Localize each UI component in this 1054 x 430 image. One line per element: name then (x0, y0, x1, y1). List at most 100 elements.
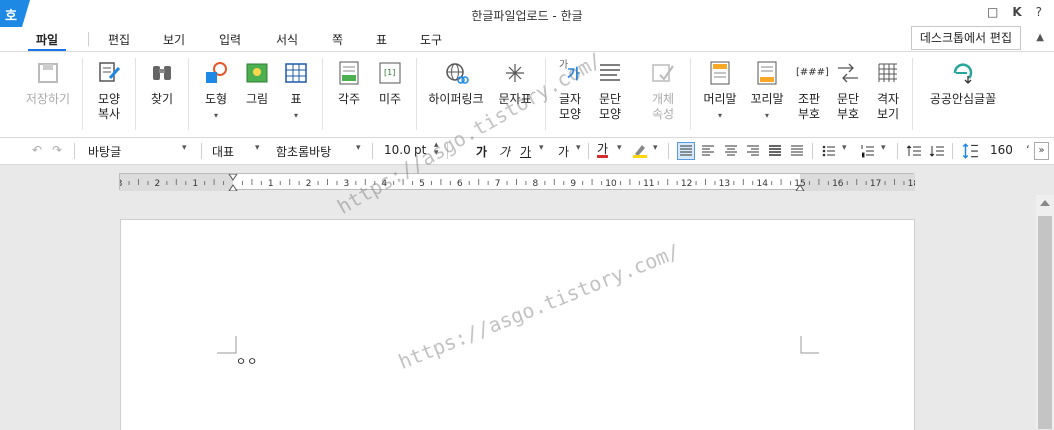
bullet-list-icon[interactable] (821, 143, 837, 159)
save-button[interactable]: 저장하기 (22, 60, 74, 107)
footnote-button[interactable]: 각주 (334, 60, 364, 107)
desktop-edit-button[interactable]: 데스크톱에서 편집 (910, 26, 1021, 50)
object-property-button[interactable]: 개체 속성 (649, 60, 677, 122)
format-toolbar: ↶ ↷ 바탕글 ▾ 대표 ▾ 함초롬바탕 ▾ 10.0 pt ▴ ▾ 가 가 가 … (0, 138, 1054, 165)
strike-button[interactable]: 가 (558, 143, 569, 160)
title-bar: 호 한글파일업로드 - 한글 □ K ? (0, 0, 1054, 27)
ruler-label: 7 (495, 179, 501, 189)
menu-format[interactable]: 서식 (276, 31, 298, 48)
align-divide-icon[interactable] (789, 143, 805, 159)
table-button[interactable]: 표 ▾ (283, 60, 309, 123)
font-color-dropdown-icon[interactable]: ▾ (617, 143, 622, 153)
format-divider (201, 143, 202, 159)
ruler-label: 9 (570, 179, 576, 189)
language-select[interactable]: 대표 (212, 143, 234, 160)
numbered-list-icon[interactable] (860, 143, 876, 159)
account-icon[interactable]: K (1012, 5, 1021, 19)
menu-edit[interactable]: 편집 (108, 31, 130, 48)
para-mark-label-1: 문단 (836, 92, 860, 106)
document-text[interactable]: ㅇㅇ (236, 353, 258, 369)
shape-label: 도형 (204, 92, 228, 106)
ruler-label: 2 (306, 179, 312, 189)
footer-dropdown-icon[interactable]: ▾ (765, 111, 769, 120)
header-dropdown-icon[interactable]: ▾ (718, 111, 722, 120)
font-select[interactable]: 함초롬바탕 (276, 143, 331, 160)
help-icon[interactable]: ? (1036, 5, 1042, 19)
italic-button[interactable]: 가 (499, 143, 510, 160)
picture-icon (246, 63, 268, 83)
language-dropdown-icon[interactable]: ▾ (255, 143, 260, 153)
save-icon (38, 63, 58, 83)
shape-dropdown-icon[interactable]: ▾ (214, 111, 218, 120)
underline-button[interactable]: 가 (520, 143, 531, 160)
find-button[interactable]: 찾기 (146, 60, 178, 107)
menu-tools[interactable]: 도구 (420, 31, 442, 48)
underline-dropdown-icon[interactable]: ▾ (539, 143, 544, 153)
highlight-pen-icon[interactable] (632, 142, 648, 158)
style-select[interactable]: 바탕글 (88, 143, 121, 160)
highlight-dropdown-icon[interactable]: ▾ (653, 143, 658, 153)
ruler-label: 18 (908, 179, 915, 189)
vertical-scrollbar[interactable] (1036, 195, 1054, 429)
menu-file[interactable]: 파일 (36, 31, 58, 48)
ruler-label: 6 (457, 179, 463, 189)
para-shape-label-1: 문단 (598, 92, 622, 106)
menu-page[interactable]: 쪽 (332, 31, 343, 48)
align-distribute-icon[interactable] (767, 143, 783, 159)
message-icon[interactable]: □ (987, 5, 998, 19)
svg-text:[1]: [1] (384, 68, 395, 77)
horizontal-ruler[interactable]: 321123456789101112131415161718 (119, 173, 915, 191)
ruler-label: 16 (832, 179, 844, 189)
shape-button[interactable]: 도형 ▾ (200, 60, 232, 123)
char-shape-label-2: 모양 (558, 107, 582, 121)
bullet-dropdown-icon[interactable]: ▾ (842, 143, 847, 153)
style-dropdown-icon[interactable]: ▾ (182, 143, 187, 153)
collapse-ribbon-icon[interactable]: ▲ (1036, 32, 1044, 43)
indent-decrease-icon[interactable] (929, 143, 945, 159)
line-spacing-icon[interactable] (961, 142, 979, 160)
shape-copy-button[interactable]: 모양 복사 (93, 60, 125, 122)
para-mark-button[interactable]: 문단 부호 (834, 60, 862, 122)
brush-copy-icon (99, 62, 121, 82)
line-spacing-input[interactable]: 160 (990, 143, 1013, 157)
footer-icon (757, 61, 777, 85)
grid-view-button[interactable]: 격자 보기 (874, 60, 902, 122)
align-left-icon[interactable] (700, 143, 716, 159)
page-number-button[interactable]: [###] 조판 부호 (794, 60, 829, 122)
scroll-thumb[interactable] (1038, 216, 1052, 429)
table-icon (285, 63, 307, 83)
ribbon-divider (82, 58, 83, 130)
undo-icon[interactable]: ↶ (32, 143, 42, 157)
menu-insert[interactable]: 입력 (219, 31, 241, 48)
page-number-label-2: 부호 (797, 107, 821, 121)
font-dropdown-icon[interactable]: ▾ (356, 143, 361, 153)
header-button[interactable]: 머리말 ▾ (700, 60, 740, 123)
hyperlink-button[interactable]: 하이퍼링크 (425, 60, 487, 107)
ruler-label: 11 (643, 179, 654, 189)
endnote-button[interactable]: [1] 미주 (375, 60, 405, 107)
ruler-label: 10 (605, 179, 617, 189)
ribbon-divider (188, 58, 189, 130)
scroll-up-icon[interactable] (1040, 200, 1050, 206)
ruler-label: 17 (870, 179, 881, 189)
bold-button[interactable]: 가 (476, 143, 487, 160)
menu-view[interactable]: 보기 (163, 31, 185, 48)
align-right-icon[interactable] (745, 143, 761, 159)
table-dropdown-icon[interactable]: ▾ (294, 111, 298, 120)
strike-dropdown-icon[interactable]: ▾ (576, 143, 581, 153)
redo-icon[interactable]: ↷ (52, 143, 62, 157)
indent-increase-icon[interactable] (906, 143, 922, 159)
numbered-dropdown-icon[interactable]: ▾ (881, 143, 886, 153)
more-toolbar-button[interactable]: » (1034, 142, 1049, 160)
font-color-button[interactable]: 가 (597, 143, 609, 158)
menu-table[interactable]: 표 (376, 31, 387, 48)
align-justify-icon[interactable] (677, 142, 695, 160)
picture-button[interactable]: 그림 (242, 60, 272, 107)
char-shape-label-1: 글자 (558, 92, 582, 106)
menu-active-indicator (28, 49, 66, 51)
align-center-icon[interactable] (723, 143, 739, 159)
public-font-button[interactable]: 공공안심글꼴 (925, 60, 1001, 107)
line-spacing-stepper[interactable]: ‘ (1026, 143, 1030, 157)
ribbon-divider (690, 58, 691, 130)
footer-button[interactable]: 꼬리말 ▾ (747, 60, 787, 123)
